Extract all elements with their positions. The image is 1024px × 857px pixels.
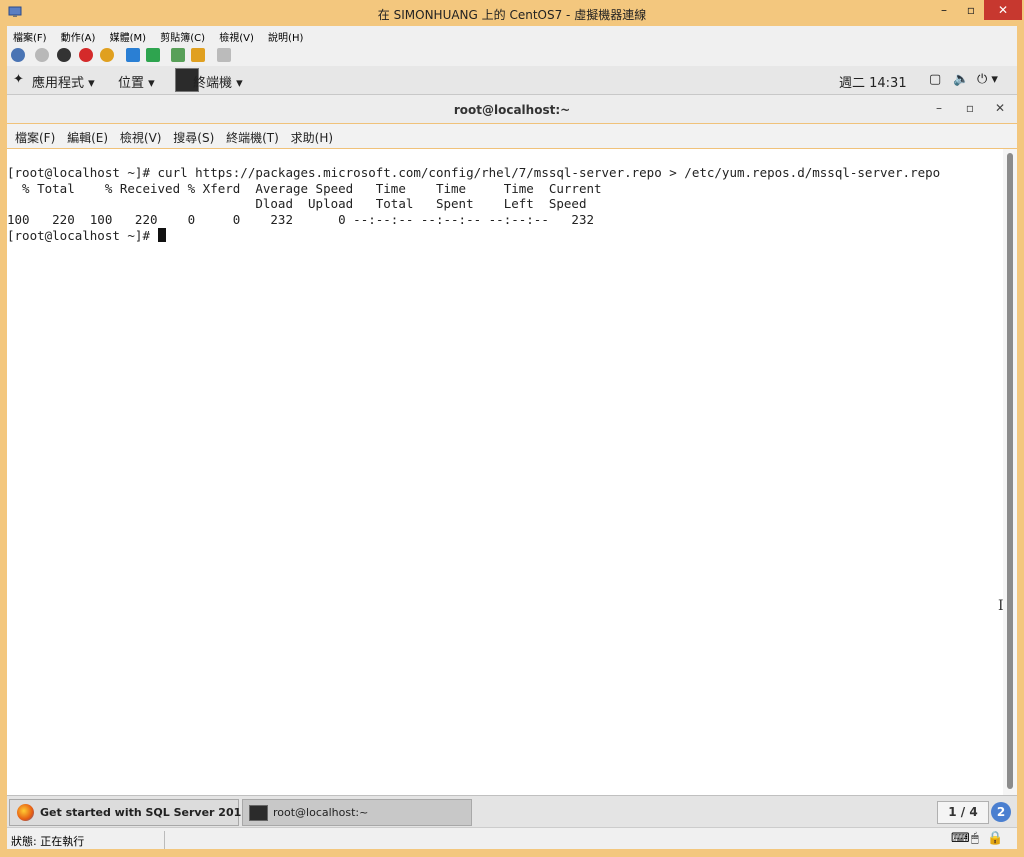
revert-icon[interactable] bbox=[191, 48, 205, 62]
terminal-app-menu[interactable]: 終端機 ▾ bbox=[193, 72, 243, 91]
close-button[interactable]: ✕ bbox=[984, 0, 1022, 20]
terminal-icon bbox=[249, 805, 268, 821]
taskbar-item-label: Get started with SQL Server 201… bbox=[40, 806, 253, 819]
terminal-line: [root@localhost ~]# curl https://package… bbox=[7, 164, 941, 180]
window-frame-bottom bbox=[0, 849, 1024, 857]
start-icon[interactable] bbox=[35, 48, 49, 62]
terminal-maximize-button[interactable]: ▫ bbox=[963, 101, 977, 115]
mouse-icon: 🖱 bbox=[971, 831, 979, 846]
window-frame-right bbox=[1017, 26, 1024, 857]
window-overview-icon[interactable]: ▢ bbox=[929, 72, 941, 87]
menu-view[interactable]: 檢視(V) bbox=[213, 26, 259, 44]
vm-toolbar bbox=[7, 44, 1017, 67]
terminal-menu-help[interactable]: 求助(H) bbox=[291, 129, 333, 146]
window-frame-left bbox=[0, 26, 7, 857]
ctrl-alt-del-icon[interactable] bbox=[11, 48, 25, 62]
gnome-top-bar: ✦ 應用程式 ▾ 位置 ▾ 終端機 ▾ 週二 14:31 ▢ 🔈 ⏻ ▾ bbox=[7, 66, 1017, 95]
terminal-title: root@localhost:~ bbox=[453, 103, 571, 117]
menu-file[interactable]: 檔案(F) bbox=[7, 26, 52, 44]
taskbar-item-label: root@localhost:~ bbox=[273, 806, 369, 819]
save-state-icon[interactable] bbox=[100, 48, 114, 62]
enhanced-session-icon[interactable] bbox=[217, 48, 231, 62]
window-titlebar: 在 SIMONHUANG 上的 CentOS7 - 虛擬機器連線 – ▫ ✕ bbox=[0, 0, 1024, 26]
scrollbar-thumb[interactable] bbox=[1007, 153, 1013, 789]
menu-help[interactable]: 說明(H) bbox=[262, 26, 308, 44]
keyboard-icon: ⌨ bbox=[951, 831, 970, 846]
terminal-menu-edit[interactable]: 編輯(E) bbox=[67, 129, 108, 146]
terminal-scrollbar[interactable] bbox=[1003, 149, 1017, 795]
terminal-line: % Total % Received % Xferd Average Speed… bbox=[7, 180, 602, 196]
terminal-close-button[interactable]: ✕ bbox=[993, 101, 1007, 115]
vm-status-bar: 狀態: 正在執行 ⌨ 🖱 🔒 bbox=[7, 827, 1017, 850]
terminal-line: 100 220 100 220 0 0 232 0 --:--:-- --:--… bbox=[7, 212, 594, 228]
firefox-icon bbox=[17, 804, 34, 821]
status-divider bbox=[164, 831, 165, 849]
gnome-bottom-bar: Get started with SQL Server 201… root@lo… bbox=[7, 795, 1017, 828]
menu-clipboard[interactable]: 剪貼簿(C) bbox=[154, 26, 210, 44]
clock[interactable]: 週二 14:31 bbox=[839, 72, 907, 91]
turn-off-icon[interactable] bbox=[57, 48, 71, 62]
terminal-prompt: [root@localhost ~]# bbox=[7, 227, 158, 243]
vm-status-text: 狀態: 正在執行 bbox=[11, 835, 85, 848]
places-menu[interactable]: 位置 ▾ bbox=[118, 72, 155, 91]
terminal-menubar: 檔案(F) 編輯(E) 檢視(V) 搜尋(S) 終端機(T) 求助(H) bbox=[7, 124, 1017, 148]
terminal-line: Dload Upload Total Spent Left Speed bbox=[7, 196, 587, 212]
terminal-prompt-line: [root@localhost ~]# bbox=[7, 227, 1003, 244]
notification-badge[interactable]: 2 bbox=[991, 802, 1011, 822]
maximize-button[interactable]: ▫ bbox=[958, 0, 984, 20]
checkpoint-icon[interactable] bbox=[171, 48, 185, 62]
ibeam-cursor-icon: I bbox=[998, 598, 1004, 614]
window-title: 在 SIMONHUANG 上的 CentOS7 - 虛擬機器連線 bbox=[377, 8, 647, 22]
workspace-indicator[interactable]: 1 / 4 bbox=[937, 801, 989, 824]
applications-menu[interactable]: 應用程式 ▾ bbox=[32, 72, 95, 91]
power-menu[interactable]: ⏻ ▾ bbox=[977, 72, 998, 87]
terminal-menu-search[interactable]: 搜尋(S) bbox=[173, 129, 214, 146]
terminal-menu-file[interactable]: 檔案(F) bbox=[15, 129, 55, 146]
taskbar-item-terminal[interactable]: root@localhost:~ bbox=[242, 799, 472, 826]
menu-action[interactable]: 動作(A) bbox=[55, 26, 101, 44]
taskbar-item-firefox[interactable]: Get started with SQL Server 201… bbox=[9, 799, 252, 826]
terminal-menu-view[interactable]: 檢視(V) bbox=[120, 129, 162, 146]
volume-icon[interactable]: 🔈 bbox=[953, 72, 969, 87]
vm-menubar: 檔案(F) 動作(A) 媒體(M) 剪貼簿(C) 檢視(V) 說明(H) bbox=[7, 26, 1017, 44]
shutdown-icon[interactable] bbox=[79, 48, 93, 62]
terminal-titlebar: root@localhost:~ – ▫ ✕ bbox=[7, 95, 1017, 123]
minimize-button[interactable]: – bbox=[930, 0, 958, 20]
resume-icon[interactable] bbox=[146, 48, 160, 62]
terminal-minimize-button[interactable]: – bbox=[932, 101, 946, 115]
applications-icon: ✦ bbox=[13, 72, 24, 87]
pause-icon[interactable] bbox=[126, 48, 140, 62]
lock-icon: 🔒 bbox=[987, 831, 1004, 846]
terminal-menu-terminal[interactable]: 終端機(T) bbox=[226, 129, 279, 146]
terminal-output[interactable]: [root@localhost ~]# curl https://package… bbox=[7, 149, 1003, 795]
menu-media[interactable]: 媒體(M) bbox=[104, 26, 151, 44]
text-cursor bbox=[157, 227, 166, 242]
